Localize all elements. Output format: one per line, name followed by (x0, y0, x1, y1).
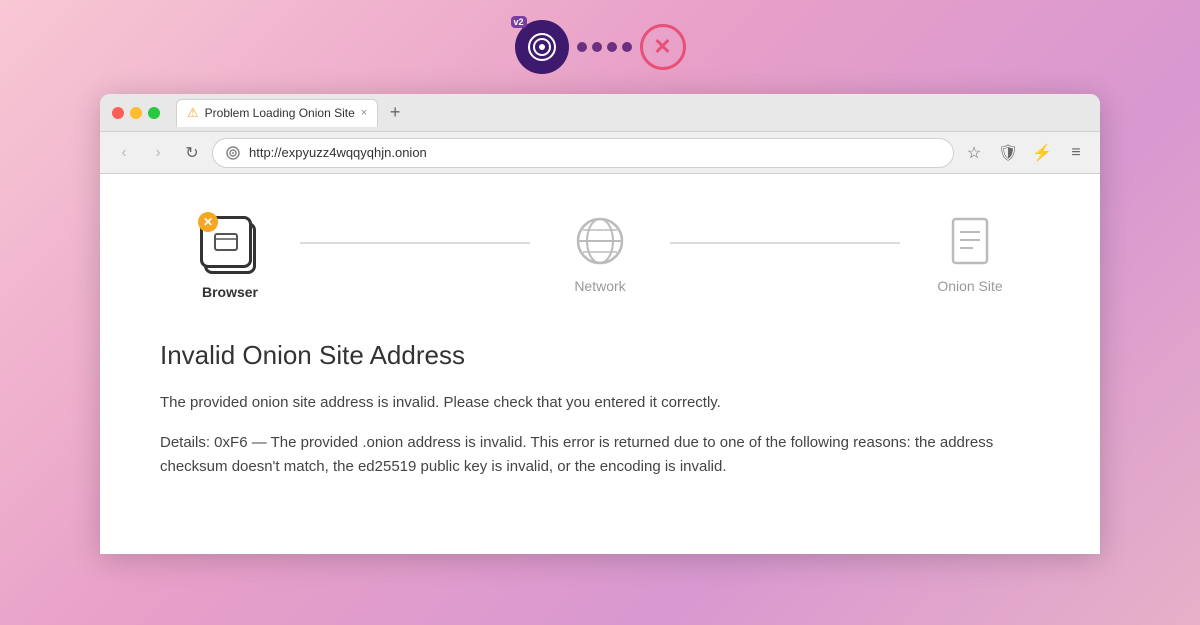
error-x-circle: ✕ (640, 24, 686, 70)
top-icon-area: v2 ✕ (515, 20, 686, 74)
status-browser: ✕ Browser (160, 214, 300, 300)
error-body: The provided onion site address is inval… (160, 391, 1040, 415)
browser-window-icon (214, 233, 238, 251)
onion-site-icon (943, 214, 997, 268)
minimize-traffic-light[interactable] (130, 107, 142, 119)
v2-badge: v2 (511, 16, 527, 28)
tor-icon (526, 31, 558, 63)
title-bar: ⚠ Problem Loading Onion Site × + (100, 94, 1100, 132)
status-network: Network (530, 214, 670, 294)
onion-icon (225, 145, 241, 161)
status-onion-site: Onion Site (900, 214, 1040, 294)
menu-button[interactable]: ≡ (1062, 139, 1090, 167)
page-content: ✕ Browser (100, 174, 1100, 554)
status-icons-row: ✕ Browser (160, 214, 1040, 300)
url-display: http://expyuzz4wqqyqhjn.onion (249, 145, 427, 160)
connector-1 (300, 242, 530, 244)
browser-icon-wrapper: ✕ (200, 214, 260, 274)
tor-logo: v2 (515, 20, 569, 74)
address-bar[interactable]: http://expyuzz4wqqyqhjn.onion (212, 138, 954, 168)
maximize-traffic-light[interactable] (148, 107, 160, 119)
refresh-button[interactable]: ↻ (178, 139, 206, 167)
onion-site-status-label: Onion Site (937, 278, 1002, 294)
toolbar-actions: ☆ 🛡 ⚡ ≡ (960, 139, 1090, 167)
network-status-label: Network (574, 278, 625, 294)
tab-close-button[interactable]: × (361, 107, 367, 119)
connector-2 (670, 242, 900, 244)
error-title: Invalid Onion Site Address (160, 340, 1040, 371)
close-traffic-light[interactable] (112, 107, 124, 119)
dot-1 (577, 42, 587, 52)
bookmark-button[interactable]: ☆ (960, 139, 988, 167)
dot-2 (592, 42, 602, 52)
tab-title: Problem Loading Onion Site (205, 106, 355, 120)
error-details: Details: 0xF6 — The provided .onion addr… (160, 431, 1040, 479)
back-button[interactable]: ‹ (110, 139, 138, 167)
toolbar: ‹ › ↻ http://expyuzz4wqqyqhjn.onion ☆ 🛡 … (100, 132, 1100, 174)
globe-icon (573, 214, 627, 268)
shield-button[interactable]: 🛡 (994, 139, 1022, 167)
forward-button[interactable]: › (144, 139, 172, 167)
new-tab-button[interactable]: + (382, 100, 408, 126)
dot-3 (607, 42, 617, 52)
extensions-button[interactable]: ⚡ (1028, 139, 1056, 167)
active-tab[interactable]: ⚠ Problem Loading Onion Site × (176, 99, 378, 127)
browser-window: ⚠ Problem Loading Onion Site × + ‹ › ↻ h… (100, 94, 1100, 554)
browser-status-label: Browser (202, 284, 258, 300)
connection-dots (577, 42, 632, 52)
traffic-lights (112, 107, 160, 119)
tab-bar: ⚠ Problem Loading Onion Site × + (176, 99, 1088, 127)
browser-error-dot: ✕ (198, 212, 218, 232)
dot-4 (622, 42, 632, 52)
tab-warning-icon: ⚠ (187, 105, 199, 121)
